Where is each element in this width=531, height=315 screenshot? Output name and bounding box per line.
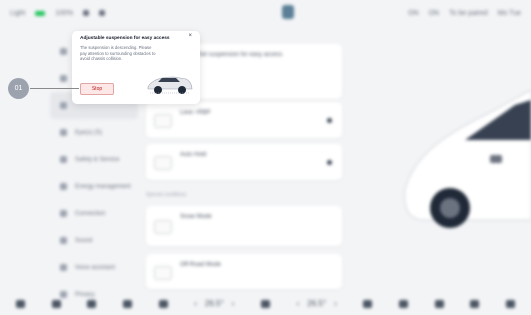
status-right-3: Mo Tue bbox=[497, 9, 521, 17]
setting-card-offroad[interactable]: Off-Road Mode bbox=[146, 254, 342, 289]
sidebar-item-label: Safety & Service bbox=[75, 156, 120, 163]
menu-icon bbox=[60, 75, 67, 82]
volume-icon[interactable] bbox=[505, 299, 515, 308]
status-right-2: To be paired bbox=[449, 9, 488, 17]
car-image bbox=[404, 89, 531, 228]
fan-icon[interactable] bbox=[260, 299, 270, 308]
callout-badge: 01 bbox=[8, 78, 29, 99]
sidebar-item-label: Sound bbox=[75, 237, 93, 244]
menu-icon bbox=[60, 48, 67, 55]
sidebar-item-label: Energy management bbox=[75, 183, 131, 190]
toggle-switch[interactable] bbox=[154, 114, 172, 128]
sidebar-item-label: Connection bbox=[75, 210, 106, 217]
toggle-switch[interactable] bbox=[154, 265, 172, 280]
voice-icon bbox=[60, 264, 67, 271]
setting-title: Leve +RBP bbox=[180, 110, 211, 116]
temp-right-increase[interactable]: › bbox=[334, 299, 337, 308]
setting-card-leve[interactable]: Leve +RBP bbox=[146, 102, 342, 138]
temp-left-decrease[interactable]: ‹ bbox=[194, 299, 197, 308]
sidebar-item-7[interactable]: Sound bbox=[50, 227, 138, 254]
sidebar-item-8[interactable]: Voice assistant bbox=[50, 254, 138, 281]
app-logo-icon bbox=[282, 5, 294, 19]
setting-title: Set suspension for easy access bbox=[198, 52, 283, 58]
stop-button[interactable]: Stop bbox=[80, 83, 114, 95]
eye-icon bbox=[60, 129, 67, 136]
sound-icon bbox=[60, 237, 67, 244]
temp-right-decrease[interactable]: ‹ bbox=[297, 299, 300, 308]
link-icon bbox=[60, 210, 67, 217]
car-chassis-icon bbox=[147, 76, 193, 94]
music-icon[interactable] bbox=[434, 299, 444, 308]
vehicle-icon[interactable] bbox=[51, 299, 61, 308]
section-label: Special conditions bbox=[146, 192, 187, 198]
setting-title: Snow Mode bbox=[180, 214, 212, 220]
popup-title: Adjustable suspension for easy access bbox=[80, 36, 170, 41]
status-right-0: ON bbox=[408, 9, 419, 17]
sidebar-item-6[interactable]: Connection bbox=[50, 200, 138, 227]
shield-icon bbox=[60, 156, 67, 163]
info-icon[interactable] bbox=[327, 159, 332, 165]
status-left-1: 100% bbox=[55, 9, 74, 17]
signal-icon bbox=[99, 10, 106, 16]
status-left-0: Light bbox=[10, 9, 26, 17]
sidebar-item-5[interactable]: Energy management bbox=[50, 173, 138, 200]
setting-title: Off-Road Mode bbox=[180, 262, 221, 268]
toggle-switch[interactable] bbox=[154, 156, 172, 170]
status-right-1: ON bbox=[428, 9, 440, 17]
temp-control-right: ‹ 26.5° › bbox=[297, 299, 337, 308]
energy-icon bbox=[60, 183, 67, 190]
popup-body: The suspension is descending. Please pay… bbox=[80, 45, 156, 62]
temp-right-value: 26.5° bbox=[307, 299, 327, 308]
sidebar-item-label: Eye(s) (S) bbox=[75, 129, 102, 136]
seat-heat-icon[interactable] bbox=[122, 299, 132, 308]
info-icon[interactable] bbox=[327, 117, 332, 123]
battery-icon bbox=[35, 10, 46, 16]
status-bar: Light 100% ON ON To be paired Mo Tue bbox=[0, 0, 531, 26]
callout-line bbox=[30, 88, 79, 89]
temp-control-left: ‹ 26.5° › bbox=[194, 299, 234, 308]
sidebar-item-4[interactable]: Safety & Service bbox=[50, 146, 138, 173]
phone-icon[interactable] bbox=[158, 299, 168, 308]
apps-icon[interactable] bbox=[399, 299, 409, 308]
close-icon[interactable]: × bbox=[188, 33, 192, 39]
sidebar-item-3[interactable]: Eye(s) (S) bbox=[50, 119, 138, 146]
temp-left-increase[interactable]: › bbox=[232, 299, 235, 308]
car-home-icon[interactable] bbox=[16, 299, 25, 308]
seat-icon[interactable] bbox=[87, 299, 97, 308]
toggle-switch[interactable] bbox=[154, 220, 172, 234]
bluetooth-icon bbox=[83, 10, 90, 16]
vehicle-icon bbox=[60, 102, 67, 109]
setting-card-snow[interactable]: Snow Mode bbox=[146, 206, 342, 246]
setting-card-auto-hold[interactable]: Auto Hold bbox=[146, 144, 342, 180]
suspension-popup: Adjustable suspension for easy access × … bbox=[72, 31, 200, 104]
temp-left-value: 26.5° bbox=[204, 299, 224, 308]
sidebar-item-label: Voice assistant bbox=[75, 264, 116, 271]
setting-title: Auto Hold bbox=[180, 152, 207, 158]
grid-icon[interactable] bbox=[470, 299, 480, 308]
bottom-dock: ‹ 26.5° › ‹ 26.5° › bbox=[0, 292, 531, 315]
steering-heat-icon[interactable] bbox=[363, 299, 373, 308]
